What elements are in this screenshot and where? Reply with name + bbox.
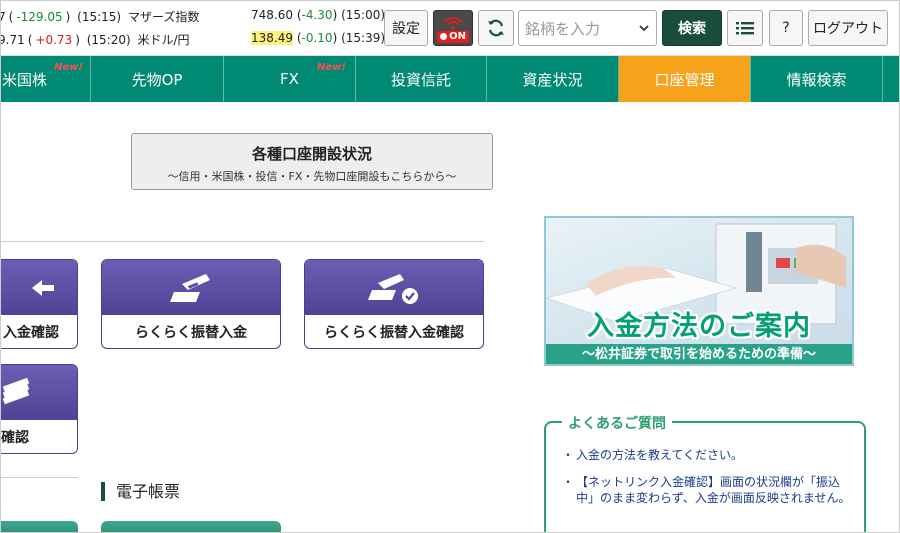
settings-button[interactable]: 設定 [384,10,428,46]
on-badge: ON [437,30,469,43]
transfer-check-tile[interactable]: 確認 [0,364,78,454]
ticker-row-2: 9.71(+0.73) (15:20) 米ドル/円 [0,33,190,47]
nav-item-overflow[interactable] [883,56,900,102]
symbol-input-placeholder: 銘柄を入力 [525,20,601,38]
section-heading-denshi: 電子帳票 [101,482,180,501]
arrow-left-icon [32,279,54,296]
easy-transfer-deposit-check-label: らくらく振替入金確認 [324,324,464,341]
money-stack-icon [2,377,30,404]
logout-button[interactable]: ログアウト [808,10,888,46]
ticker-left-time: (15:20) [86,33,131,47]
ticker-index-name: 米ドル/円 [137,33,190,47]
banner-title: 入金方法のご案内 [587,311,811,342]
faq-link[interactable]: 【ネットリンク入金確認】画面の状況欄が「振込中」のまま変わらず、入金が画面反映さ… [562,474,856,506]
new-badge: New! [317,62,346,73]
nav-item-label: FX [280,70,299,88]
market-ticker: 7(-129.05) (15:15) マザーズ指数 9.71(+0.73) (1… [0,0,900,56]
nav-item-account-management[interactable]: 口座管理 [619,56,751,102]
transfer-check-label: 確認 [1,429,29,446]
new-badge: New! [54,62,83,73]
card-transfer-icon [170,273,210,302]
on-label: ON [449,30,466,42]
main-nav: 米国株 New! 先物OP FX New! 投資信託 資産状況 口座管理 情報検… [0,56,900,102]
nav-item-label: 資産状況 [522,70,583,89]
deposit-check-label: 入金確認 [3,324,59,341]
ticker-value: 748.60 [251,8,293,22]
nav-item-info-search[interactable]: 情報検索 [751,56,883,102]
refresh-button[interactable] [478,10,514,46]
account-status-title: 各種口座開設状況 [251,145,372,163]
faq-list: 入金の方法を教えてください。 【ネットリンク入金確認】画面の状況欄が「振込中」の… [562,447,856,517]
tile-partial[interactable] [101,521,281,533]
refresh-icon [488,19,504,37]
chevron-down-icon [639,25,649,32]
faq-box: よくあるご質問 入金の方法を教えてください。 【ネットリンク入金確認】画面の状況… [544,413,866,533]
faq-link[interactable]: 入金の方法を教えてください。 [562,447,856,463]
tile-partial[interactable] [0,521,78,533]
toggle-dot-icon [440,33,448,40]
ticker-index-name: マザーズ指数 [127,10,200,24]
ticker-left-value: 7 [0,10,6,24]
nav-item-label: 投資信託 [390,70,451,89]
easy-transfer-deposit-check-tile[interactable]: らくらく振替入金確認 [304,259,484,349]
easy-transfer-deposit-label: らくらく振替入金 [135,324,247,341]
ticker-row-1: 7(-129.05) (15:15) マザーズ指数 [0,10,200,24]
nav-item-label: 米国株 [2,70,48,89]
nav-item-fx[interactable]: FX New! [224,56,356,102]
ticker-left-time: (15:15) [77,10,122,24]
deposit-guide-banner[interactable]: 入金方法のご案内 ～松井証券で取引を始めるための準備～ [544,216,854,366]
symbol-input[interactable]: 銘柄を入力 [518,10,657,46]
search-button[interactable]: 検索 [662,10,722,46]
ticker-left-change: -129.05 [16,10,63,24]
banner-subtitle: ～松井証券で取引を始めるための準備～ [546,344,852,364]
faq-heading: よくあるご質問 [562,413,672,433]
ticker-right-1: 748.60 (-4.30) (15:00) [251,8,386,22]
list-icon [736,22,754,35]
nav-item-label: 口座管理 [654,70,715,89]
ticker-value-highlighted: 138.49 [251,31,293,45]
ticker-time: (15:39) [341,31,386,45]
wifi-icon [443,16,463,30]
ticker-left-value: 9.71 [0,33,25,47]
easy-transfer-deposit-tile[interactable]: らくらく振替入金 [101,259,281,349]
ticker-change: -0.10 [301,31,333,45]
nav-item-label: 情報検索 [786,70,847,89]
help-button[interactable]: ? [769,10,803,46]
nav-item-label: 先物OP [131,70,183,89]
nav-item-us-stocks[interactable]: 米国株 New! [0,56,91,102]
nav-item-investment-trust[interactable]: 投資信託 [356,56,487,102]
nav-item-futures-options[interactable]: 先物OP [91,56,224,102]
ticker-time: (15:00) [341,8,386,22]
card-transfer-check-icon [368,273,418,304]
divider [0,477,78,478]
divider [0,241,484,242]
nav-item-assets[interactable]: 資産状況 [487,56,619,102]
deposit-check-tile[interactable]: 入金確認 [0,259,78,349]
account-status-subtitle: ～信用・米国株・投信・FX・先物口座開設もこちらから～ [167,170,457,183]
ticker-left-change: +0.73 [35,33,73,47]
ticker-change: -4.30 [301,8,333,22]
realtime-toggle-button[interactable]: ON [433,10,473,46]
menu-list-button[interactable] [727,10,763,46]
account-status-button[interactable]: 各種口座開設状況 ～信用・米国株・投信・FX・先物口座開設もこちらから～ [131,133,493,190]
ticker-right-2: 138.49 (-0.10) (15:39) [251,31,386,45]
